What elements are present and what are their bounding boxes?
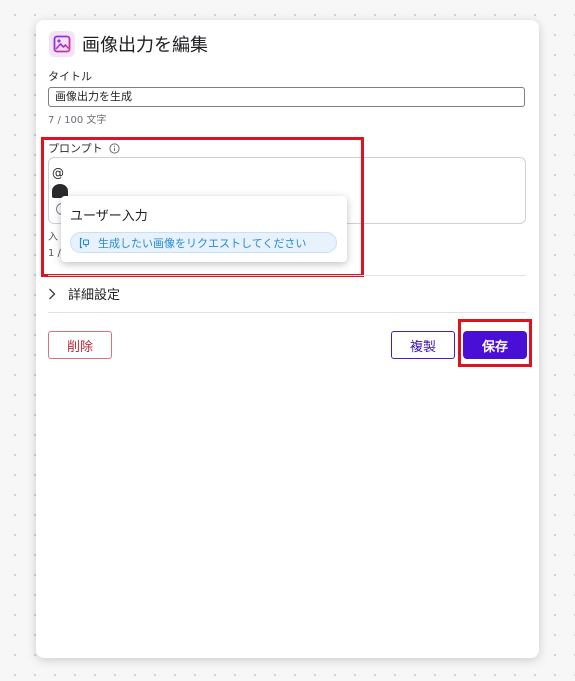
details-label: 詳細設定 (68, 288, 121, 303)
dialog-header: 画像出力を編集 (49, 31, 208, 57)
image-icon (49, 31, 75, 57)
chevron-right-icon (48, 288, 56, 300)
title-field-label: タイトル (48, 70, 92, 83)
title-input[interactable]: 画像出力を生成 (48, 87, 525, 107)
prompt-highlight-box (41, 137, 364, 277)
dialog-title: 画像出力を編集 (82, 35, 208, 56)
save-highlight-box (458, 319, 532, 367)
edit-image-output-dialog: 画像出力を編集 タイトル 画像出力を生成 7 / 100 文字 プロンプト @ … (36, 20, 539, 658)
divider-bottom (48, 312, 526, 313)
details-expander[interactable]: 詳細設定 (48, 284, 120, 303)
duplicate-button[interactable]: 複製 (391, 331, 455, 359)
delete-button[interactable]: 削除 (48, 331, 112, 359)
divider-top (48, 275, 526, 276)
title-char-counter: 7 / 100 文字 (48, 115, 107, 126)
